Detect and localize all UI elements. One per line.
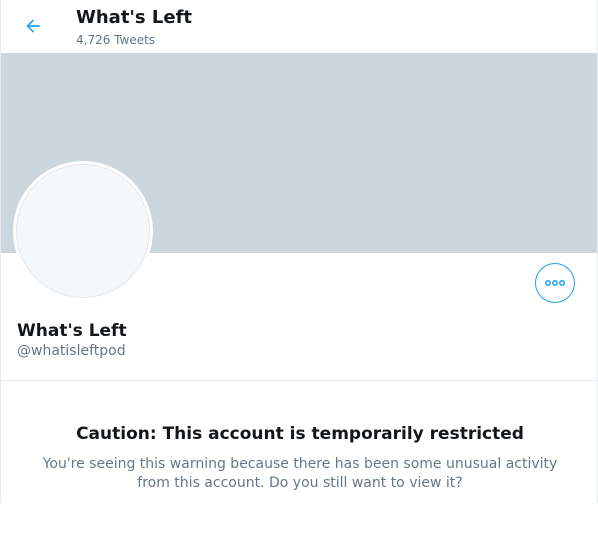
user-handle: @whatisleftpod <box>17 343 126 359</box>
profile-header: What's Left 4,726 Tweets <box>1 0 597 53</box>
caution-message: You're seeing this warning because there… <box>42 456 558 491</box>
more-options-button[interactable] <box>535 263 575 303</box>
avatar[interactable] <box>13 161 153 301</box>
divider <box>1 380 597 381</box>
header-title: What's Left <box>76 7 193 28</box>
back-button[interactable] <box>18 11 48 41</box>
profile-column: What's Left 4,726 Tweets What's Left @wh… <box>0 0 598 503</box>
display-name: What's Left <box>17 321 127 341</box>
more-horizontal-icon <box>545 280 565 286</box>
arrow-left-icon <box>26 19 40 33</box>
caution-title: Caution: This account is temporarily res… <box>76 424 524 444</box>
avatar-placeholder <box>16 164 150 298</box>
tweet-count: 4,726 Tweets <box>76 33 156 47</box>
